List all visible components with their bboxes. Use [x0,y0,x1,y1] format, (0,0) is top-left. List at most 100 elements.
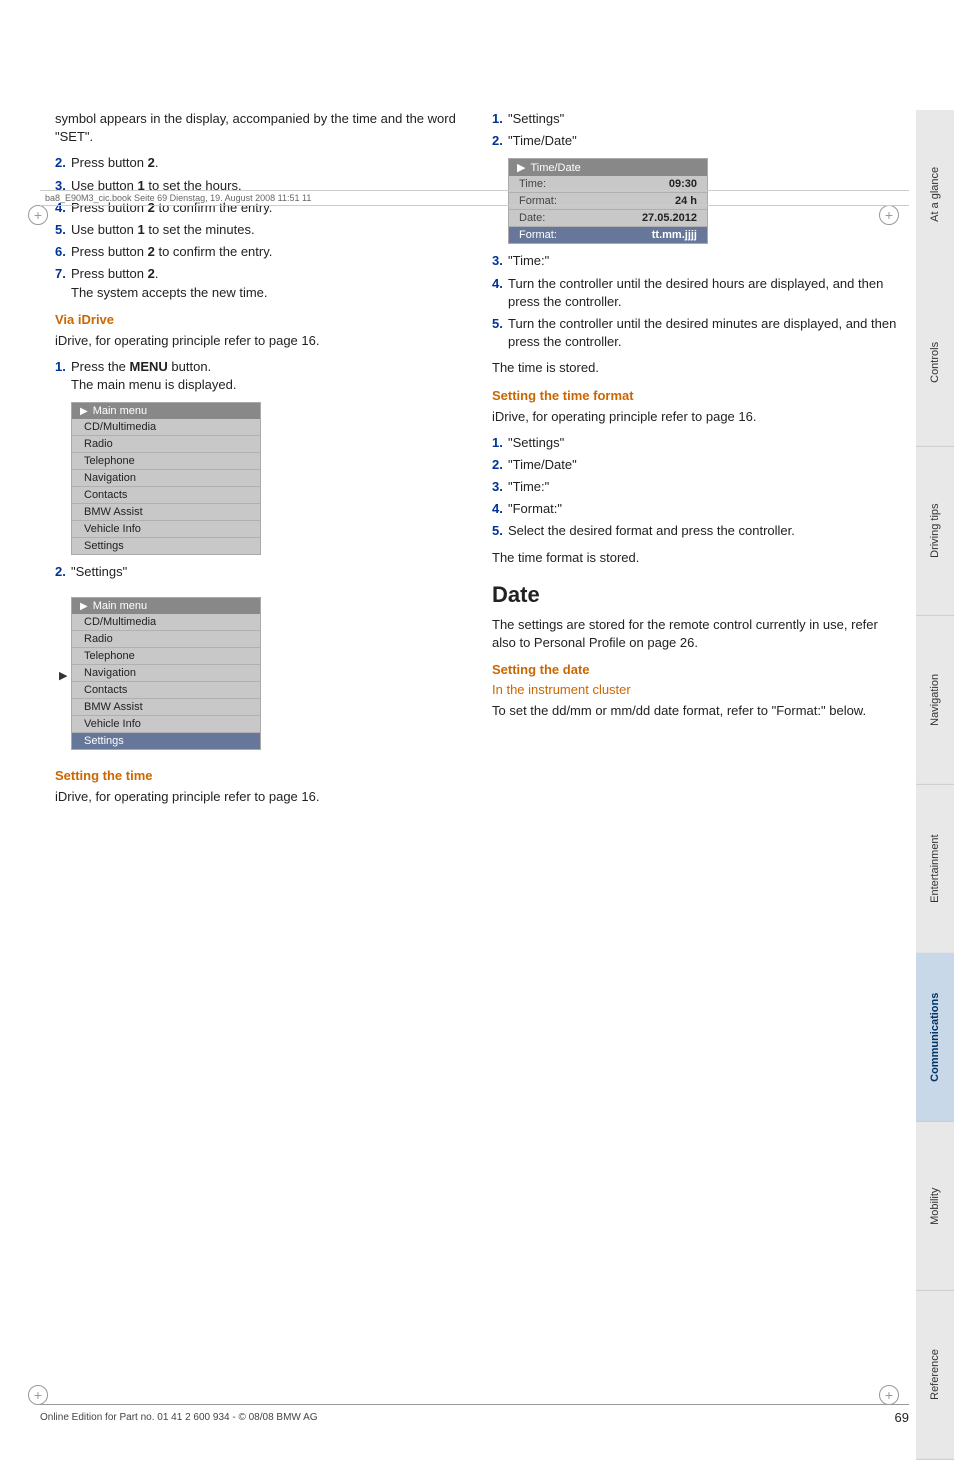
setting-time-format-text: iDrive, for operating principle refer to… [492,408,904,426]
sidebar-item-communications[interactable]: Communications [916,953,954,1122]
menu1-item-navigation: Navigation [72,470,260,487]
menu2-icon: ▶ [80,601,88,612]
date-text: The settings are stored for the remote c… [492,616,904,652]
format-step-5: 5. Select the desired format and press t… [492,522,904,540]
right-step-4-text: Turn the controller until the desired ho… [508,275,904,311]
step-6: 6. Press button 2 to confirm the entry. [55,243,467,261]
corner-mark-tr [879,205,899,225]
format-step-2: 2. "Time/Date" [492,456,904,474]
timedate-row-format2-highlighted: Format: tt.mm.jjjj [509,227,707,243]
setting-date-heading: Setting the date [492,662,904,677]
steps-list-1: 2. Press button 2. 3. Use button 1 to se… [55,154,467,301]
step-7-text: Press button 2.The system accepts the ne… [71,265,467,301]
timedate-titlebar: ▶ Time/Date [509,159,707,176]
menu1-titlebar: ▶ Main menu [72,403,260,419]
idrive-step-1: 1. Press the MENU button.The main menu i… [55,358,467,394]
timedate-row-date: Date: 27.05.2012 [509,210,707,227]
step-5-num: 5. [55,221,71,239]
time-format-stored-text: The time format is stored. [492,549,904,567]
menu1-item-cd: CD/Multimedia [72,419,260,436]
sidebar-item-entertainment[interactable]: Entertainment [916,785,954,954]
sidebar-item-at-a-glance[interactable]: At a glance [916,110,954,278]
right-after-screen-steps: 3. "Time:" 4. Turn the controller until … [492,252,904,351]
right-step-1: 1. "Settings" [492,110,904,128]
timedate-icon: ▶ [517,161,525,174]
menu1-screenshot: ▶ Main menu CD/Multimedia Radio Telephon… [71,402,261,555]
sidebar-item-mobility[interactable]: Mobility [916,1122,954,1291]
format-step-3: 3. "Time:" [492,478,904,496]
menu2-item-navigation: Navigation [72,665,260,682]
menu1-item-contacts: Contacts [72,487,260,504]
menu1-item-settings: Settings [72,538,260,554]
right-step-3: 3. "Time:" [492,252,904,270]
menu1-icon: ▶ [80,406,88,417]
timedate-date-value: 27.05.2012 [642,212,697,224]
in-instrument-cluster-text: To set the dd/mm or mm/dd date format, r… [492,702,904,720]
sidebar: At a glance Controls Driving tips Naviga… [916,110,954,1460]
right-step-4: 4. Turn the controller until the desired… [492,275,904,311]
timedate-format2-value: tt.mm.jjjj [652,229,697,241]
menu2-item-settings-highlighted: Settings [72,733,260,749]
menu2-wrapper: ▶ ▶ Main menu CD/Multimedia Radio Teleph… [71,589,261,758]
right-step-2-num: 2. [492,132,508,150]
menu2-item-contacts: Contacts [72,682,260,699]
format-step-5-text: Select the desired format and press the … [508,522,904,540]
format-step-4-num: 4. [492,500,508,518]
setting-time-format-heading: Setting the time format [492,388,904,403]
arrow-selector: ▶ [59,669,67,682]
menu1-items: CD/Multimedia Radio Telephone Navigation… [72,419,260,554]
footer-copyright: Online Edition for Part no. 01 41 2 600 … [40,1412,318,1423]
step-7-num: 7. [55,265,71,283]
menu1-item-bmw: BMW Assist [72,504,260,521]
menu2-titlebar: ▶ Main menu [72,598,260,614]
right-step-5-text: Turn the controller until the desired mi… [508,315,904,351]
menu1-item-telephone: Telephone [72,453,260,470]
format-step-4: 4. "Format:" [492,500,904,518]
idrive-step-1-text: Press the MENU button.The main menu is d… [71,358,467,394]
right-step-1-text: "Settings" [508,110,904,128]
timedate-time-value: 09:30 [669,178,697,190]
format-step-1-num: 1. [492,434,508,452]
corner-mark-tl [28,205,48,225]
format-step-3-num: 3. [492,478,508,496]
idrive-step-1-num: 1. [55,358,71,376]
step-2-text: Press button 2. [71,154,467,172]
footer: Online Edition for Part no. 01 41 2 600 … [40,1404,909,1425]
step-2: 2. Press button 2. [55,154,467,172]
menu2-items: CD/Multimedia Radio Telephone Navigation… [72,614,260,749]
format-steps-list: 1. "Settings" 2. "Time/Date" 3. "Time:" … [492,434,904,541]
time-stored-text: The time is stored. [492,359,904,377]
right-column: 1. "Settings" 2. "Time/Date" ▶ Time/Date… [492,110,909,815]
sidebar-item-navigation[interactable]: Navigation [916,616,954,785]
intro-paragraph: symbol appears in the display, accompani… [55,110,467,146]
right-step-5-num: 5. [492,315,508,333]
step2-list: 2. "Settings" [55,563,467,581]
right-step-4-num: 4. [492,275,508,293]
timedate-format2-label: Format: [519,229,557,241]
menu2-item-cd: CD/Multimedia [72,614,260,631]
footer-page-number: 69 [895,1410,909,1425]
idrive-step-2-num: 2. [55,563,71,581]
step-7: 7. Press button 2.The system accepts the… [55,265,467,301]
right-step-2-text: "Time/Date" [508,132,904,150]
sidebar-item-reference[interactable]: Reference [916,1291,954,1460]
menu2-screenshot: ▶ Main menu CD/Multimedia Radio Telephon… [71,597,261,750]
menu2-item-bmw: BMW Assist [72,699,260,716]
step-5: 5. Use button 1 to set the minutes. [55,221,467,239]
sidebar-item-driving-tips[interactable]: Driving tips [916,447,954,616]
sidebar-item-controls[interactable]: Controls [916,278,954,447]
header-bar: ba8_E90M3_cic.book Seite 69 Dienstag, 19… [40,190,909,206]
right-initial-steps: 1. "Settings" 2. "Time/Date" [492,110,904,150]
timedate-time-label: Time: [519,178,546,190]
format-step-2-num: 2. [492,456,508,474]
right-step-5: 5. Turn the controller until the desired… [492,315,904,351]
two-column-layout: symbol appears in the display, accompani… [55,110,909,815]
step-5-text: Use button 1 to set the minutes. [71,221,467,239]
menu2-title: Main menu [93,600,147,612]
menu2-item-telephone: Telephone [72,648,260,665]
format-step-5-num: 5. [492,522,508,540]
file-info: ba8_E90M3_cic.book Seite 69 Dienstag, 19… [45,193,311,203]
menu1-title: Main menu [93,405,147,417]
menu1-item-radio: Radio [72,436,260,453]
right-step-3-num: 3. [492,252,508,270]
